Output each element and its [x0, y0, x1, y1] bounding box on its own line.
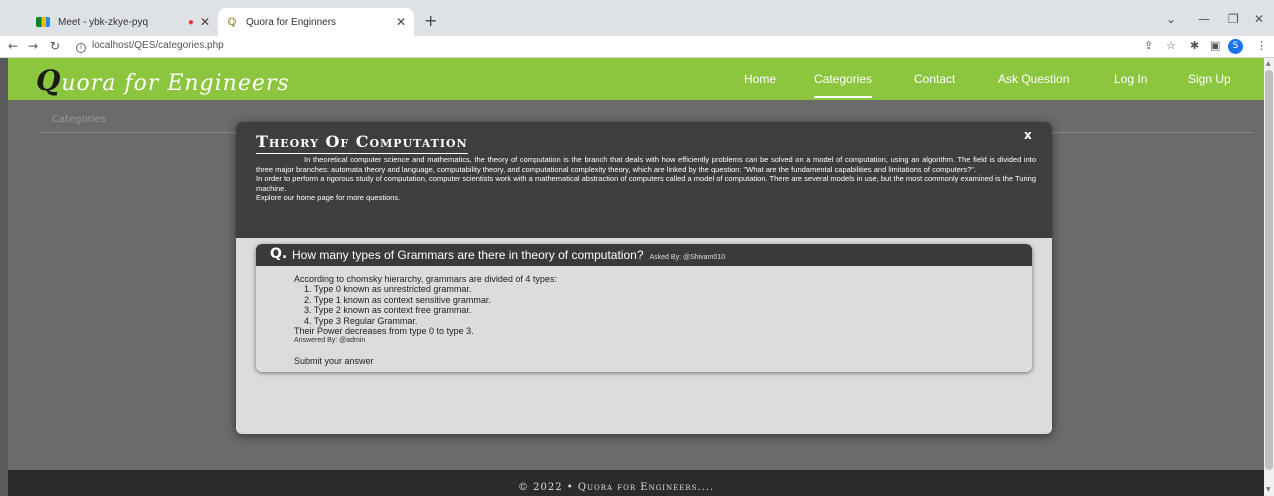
question-title-line: How many types of Grammars are there in … [292, 248, 725, 262]
scroll-thumb[interactable] [1265, 70, 1273, 470]
submit-answer-link[interactable]: Submit your answer [294, 356, 374, 366]
nav-ask-question[interactable]: Ask Question [998, 72, 1069, 86]
scroll-up-icon[interactable]: ▲ [1266, 60, 1271, 67]
site-logo[interactable]: Quora for Engineers [36, 64, 290, 97]
site-info-icon[interactable]: i [76, 43, 86, 53]
nav-home[interactable]: Home [744, 72, 776, 86]
section-label: Categories [52, 114, 106, 125]
close-tab-icon[interactable]: ✕ [200, 15, 210, 29]
browser-tab-bar: Meet - ybk-zkye-pyq ● ✕ ℚ Quora for Engi… [0, 0, 1274, 36]
share-icon[interactable]: ⇪ [1144, 39, 1153, 52]
modal-header: Theory Of Computation x In theoretical c… [236, 122, 1052, 238]
meet-icon [36, 17, 50, 27]
new-tab-button[interactable]: + [424, 13, 437, 29]
recording-icon: ● [187, 16, 194, 28]
nav-categories[interactable]: Categories [814, 72, 873, 98]
nav-sign-up[interactable]: Sign Up [1188, 72, 1231, 86]
question-marker: Q. [270, 246, 288, 262]
category-modal: Theory Of Computation x In theoretical c… [236, 122, 1052, 434]
description-paragraph: In order to perform a rigorous study of … [256, 174, 1036, 193]
scroll-down-icon[interactable]: ▼ [1266, 486, 1271, 493]
asked-by: Asked By: @Shivam010 [649, 254, 726, 261]
question-card: Q. How many types of Grammars are there … [256, 244, 1032, 372]
page-viewport: Quora for Engineers Home Categories Cont… [0, 58, 1264, 496]
modal-title: Theory Of Computation [256, 132, 468, 154]
answer-intro: According to chomsky hierarchy, grammars… [294, 274, 557, 284]
forward-icon[interactable]: → [28, 39, 38, 53]
list-item: 4. Type 3 Regular Grammar. [304, 315, 418, 326]
side-panel-icon[interactable]: ▣ [1210, 39, 1220, 52]
menu-icon[interactable]: ⋮ [1256, 39, 1267, 52]
close-window-icon[interactable]: ✕ [1254, 12, 1264, 26]
answered-by: Answered By: @admin [294, 337, 366, 345]
minimize-icon[interactable]: — [1198, 12, 1210, 26]
answer-outro: Their Power decreases from type 0 to typ… [294, 326, 474, 337]
modal-description: In theoretical computer science and math… [256, 155, 1036, 203]
close-icon[interactable]: x [1024, 128, 1032, 142]
description-paragraph: In theoretical computer science and math… [256, 155, 1036, 174]
list-item: 1. Type 0 known as unrestricted grammar. [304, 284, 472, 295]
answer-list: 1. Type 0 known as unrestricted grammar.… [294, 284, 557, 326]
question-title[interactable]: How many types of Grammars are there in … [292, 248, 644, 262]
nav-log-in[interactable]: Log In [1114, 72, 1147, 86]
logo-text: uora for Engineers [61, 71, 290, 96]
tab-title: Quora for Enginners [246, 16, 337, 28]
close-tab-icon[interactable]: ✕ [396, 15, 406, 29]
description-paragraph: Explore our home page for more questions… [256, 193, 401, 203]
tab-title: Meet - ybk-zkye-pyq [58, 16, 149, 28]
list-item: 2. Type 1 known as context sensitive gra… [304, 294, 491, 305]
nav-contact[interactable]: Contact [914, 72, 955, 86]
site-footer: © 2022 • Quora for Engineers.... [8, 470, 1264, 496]
tab-search-icon[interactable]: ⌄ [1166, 12, 1176, 26]
tab-meet[interactable]: Meet - ybk-zkye-pyq ● ✕ [28, 8, 218, 36]
back-icon[interactable]: ← [8, 39, 18, 53]
extensions-icon[interactable]: ✱ [1190, 39, 1199, 52]
answer-body: According to chomsky hierarchy, grammars… [294, 274, 557, 347]
quora-favicon-icon: ℚ [227, 17, 237, 28]
reload-icon[interactable]: ↻ [50, 39, 60, 53]
bookmark-star-icon[interactable]: ☆ [1166, 39, 1176, 52]
restore-icon[interactable]: ❐ [1228, 12, 1239, 26]
footer-text: © 2022 • Quora for Engineers.... [518, 482, 715, 493]
url-text: localhost/QES/categories.php [92, 40, 224, 51]
page-scrollbar[interactable]: ▲ ▼ [1264, 58, 1274, 496]
site-navbar: Quora for Engineers Home Categories Cont… [8, 58, 1264, 100]
logo-initial: Q [36, 64, 62, 97]
tab-quora[interactable]: ℚ Quora for Enginners ✕ [218, 8, 414, 36]
question-header: Q. How many types of Grammars are there … [256, 244, 1032, 266]
list-item: 3. Type 2 known as context free grammar. [304, 305, 472, 316]
url-field[interactable]: i localhost/QES/categories.php [76, 40, 224, 53]
profile-avatar[interactable]: S [1228, 39, 1243, 54]
address-bar: ← → ↻ i localhost/QES/categories.php ⇪ ☆ … [0, 36, 1274, 58]
